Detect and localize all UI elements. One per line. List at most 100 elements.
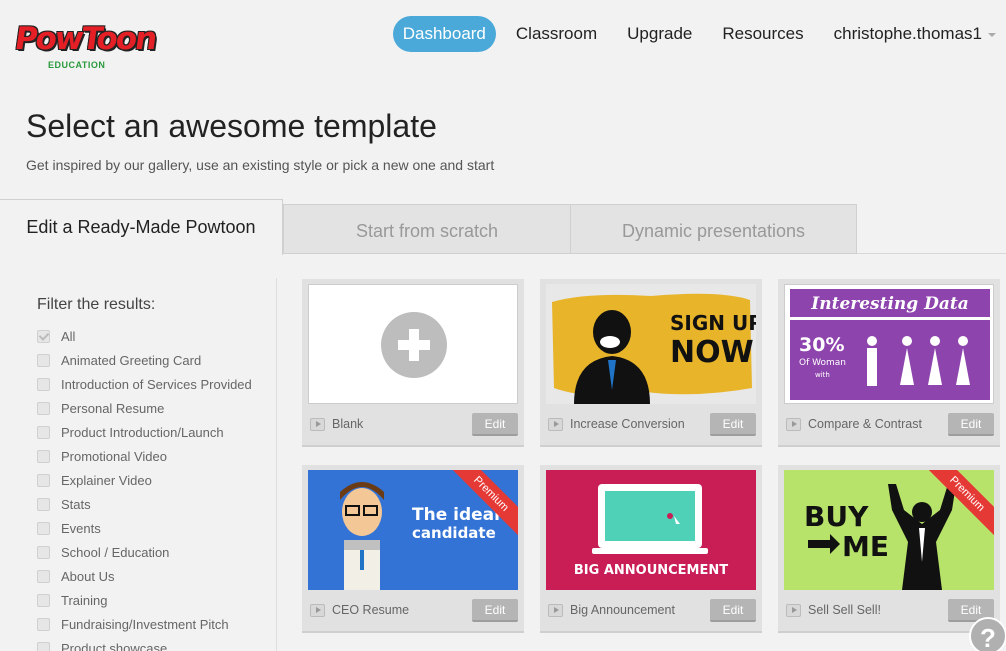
- nav-dashboard[interactable]: Dashboard: [392, 16, 496, 52]
- checkbox[interactable]: [37, 521, 50, 535]
- filter-label: Explainer Video: [61, 472, 152, 488]
- checkbox[interactable]: [37, 593, 50, 607]
- filter-item[interactable]: Promotional Video: [37, 444, 252, 468]
- checkbox[interactable]: [37, 449, 50, 463]
- tab-dynamic-presentations[interactable]: Dynamic presentations: [570, 204, 857, 254]
- user-menu[interactable]: christophe.thomas1: [819, 16, 996, 52]
- page-subtitle: Get inspired by our gallery, use an exis…: [26, 157, 495, 173]
- filter-label: About Us: [61, 568, 115, 584]
- thumbnail-art: BIG ANNOUNCEMENT: [546, 470, 756, 590]
- filter-item-all[interactable]: All: [37, 324, 252, 348]
- filter-item[interactable]: Events: [37, 516, 252, 540]
- thumb-text: ME: [842, 530, 889, 563]
- checkbox-checked[interactable]: [37, 329, 50, 343]
- edit-button[interactable]: Edit: [948, 412, 994, 436]
- filter-item[interactable]: Stats: [37, 492, 252, 516]
- play-icon[interactable]: [548, 417, 563, 431]
- thumb-text: BUY: [804, 500, 869, 533]
- nav-upgrade[interactable]: Upgrade: [612, 16, 707, 52]
- checkbox[interactable]: [37, 617, 50, 631]
- checkbox[interactable]: [37, 569, 50, 583]
- filter-label: Training: [61, 592, 108, 608]
- checkbox[interactable]: [37, 377, 50, 391]
- filter-label: Events: [61, 520, 101, 536]
- template-thumbnail[interactable]: The ideal candidate Premium: [308, 470, 518, 590]
- edit-button[interactable]: Edit: [472, 412, 518, 436]
- play-icon[interactable]: [310, 417, 325, 431]
- header: PowToon EDUCATION Dashboard Classroom Up…: [0, 0, 1006, 80]
- filter-sidebar: Filter the results: All Animated Greetin…: [0, 278, 277, 651]
- edit-button[interactable]: Edit: [710, 598, 756, 622]
- thumb-text: Interesting Data: [810, 294, 968, 314]
- filter-item[interactable]: Introduction of Services Provided: [37, 372, 252, 396]
- thumb-text: 30%: [799, 334, 844, 356]
- card-footer: Sell Sell Sell! Edit: [786, 598, 994, 622]
- card-name: Increase Conversion: [570, 417, 685, 431]
- filter-item[interactable]: Training: [37, 588, 252, 612]
- filter-label: All: [61, 328, 76, 344]
- checkbox[interactable]: [37, 401, 50, 415]
- thumb-text: NOW!: [670, 335, 756, 370]
- help-icon[interactable]: ?: [969, 617, 1006, 651]
- play-icon[interactable]: [786, 603, 801, 617]
- filter-label: Stats: [61, 496, 91, 512]
- template-card-blank[interactable]: Blank Edit: [302, 279, 524, 447]
- card-name: CEO Resume: [332, 603, 410, 617]
- template-thumbnail[interactable]: BIG ANNOUNCEMENT: [546, 470, 756, 590]
- card-footer: Compare & Contrast Edit: [786, 412, 994, 436]
- logo-wordmark: PowToon: [12, 21, 158, 57]
- edit-button[interactable]: Edit: [472, 598, 518, 622]
- template-thumbnail[interactable]: BUY ME Premium: [784, 470, 994, 590]
- add-icon: [381, 312, 447, 378]
- filter-list: All Animated Greeting Card Introduction …: [37, 324, 252, 651]
- thumb-text: SIGN UP: [670, 311, 756, 335]
- template-thumbnail[interactable]: [308, 284, 518, 404]
- filter-label: Introduction of Services Provided: [61, 376, 252, 392]
- chevron-down-icon: [988, 32, 996, 37]
- filter-label: Product Introduction/Launch: [61, 424, 224, 440]
- template-thumbnail[interactable]: SIGN UP NOW!: [546, 284, 756, 404]
- filter-item[interactable]: Fundraising/Investment Pitch: [37, 612, 252, 636]
- play-icon[interactable]: [786, 417, 801, 431]
- thumb-text: The ideal: [412, 505, 500, 525]
- thumb-text: with: [815, 371, 830, 379]
- filter-item[interactable]: Animated Greeting Card: [37, 348, 252, 372]
- thumbnail-art: SIGN UP NOW!: [546, 284, 756, 404]
- template-tabs: Edit a Ready-Made Powtoon Start from scr…: [0, 199, 1006, 255]
- nav-classroom[interactable]: Classroom: [501, 16, 612, 52]
- template-thumbnail[interactable]: Interesting Data 30% Of Woman with: [784, 284, 994, 404]
- filter-label: Promotional Video: [61, 448, 167, 464]
- edit-button[interactable]: Edit: [710, 412, 756, 436]
- filter-item[interactable]: Explainer Video: [37, 468, 252, 492]
- filter-label: Animated Greeting Card: [61, 352, 202, 368]
- page-title: Select an awesome template: [26, 108, 437, 144]
- powtoon-logo[interactable]: PowToon EDUCATION: [12, 20, 157, 76]
- filter-item[interactable]: Product Introduction/Launch: [37, 420, 252, 444]
- checkbox[interactable]: [37, 545, 50, 559]
- play-icon[interactable]: [548, 603, 563, 617]
- checkbox[interactable]: [37, 497, 50, 511]
- template-card-sell-sell-sell[interactable]: BUY ME Premium Sell Sell Sell! Edit: [778, 465, 1000, 633]
- nav-resources[interactable]: Resources: [707, 16, 818, 52]
- tab-start-from-scratch[interactable]: Start from scratch: [283, 204, 571, 254]
- filter-label: Fundraising/Investment Pitch: [61, 616, 229, 632]
- thumbnail-art: Interesting Data 30% Of Woman with: [785, 285, 993, 403]
- filter-label: Product showcase: [61, 640, 168, 651]
- checkbox[interactable]: [37, 641, 50, 651]
- filter-item[interactable]: School / Education: [37, 540, 252, 564]
- checkbox[interactable]: [37, 425, 50, 439]
- card-name: Compare & Contrast: [808, 417, 922, 431]
- template-card-big-announcement[interactable]: BIG ANNOUNCEMENT Big Announcement Edit: [540, 465, 762, 633]
- filter-item[interactable]: Product showcase: [37, 636, 252, 651]
- filter-item[interactable]: About Us: [37, 564, 252, 588]
- card-name: Sell Sell Sell!: [808, 603, 881, 617]
- checkbox[interactable]: [37, 353, 50, 367]
- template-card-increase-conversion[interactable]: SIGN UP NOW! Increase Conversion Edit: [540, 279, 762, 447]
- play-icon[interactable]: [310, 603, 325, 617]
- checkbox[interactable]: [37, 473, 50, 487]
- template-card-ceo-resume[interactable]: The ideal candidate Premium CEO Resume E…: [302, 465, 524, 633]
- tab-edit-ready-made[interactable]: Edit a Ready-Made Powtoon: [0, 199, 283, 255]
- filter-item[interactable]: Personal Resume: [37, 396, 252, 420]
- template-card-compare-contrast[interactable]: Interesting Data 30% Of Woman with Compa…: [778, 279, 1000, 447]
- card-name: Blank: [332, 417, 364, 431]
